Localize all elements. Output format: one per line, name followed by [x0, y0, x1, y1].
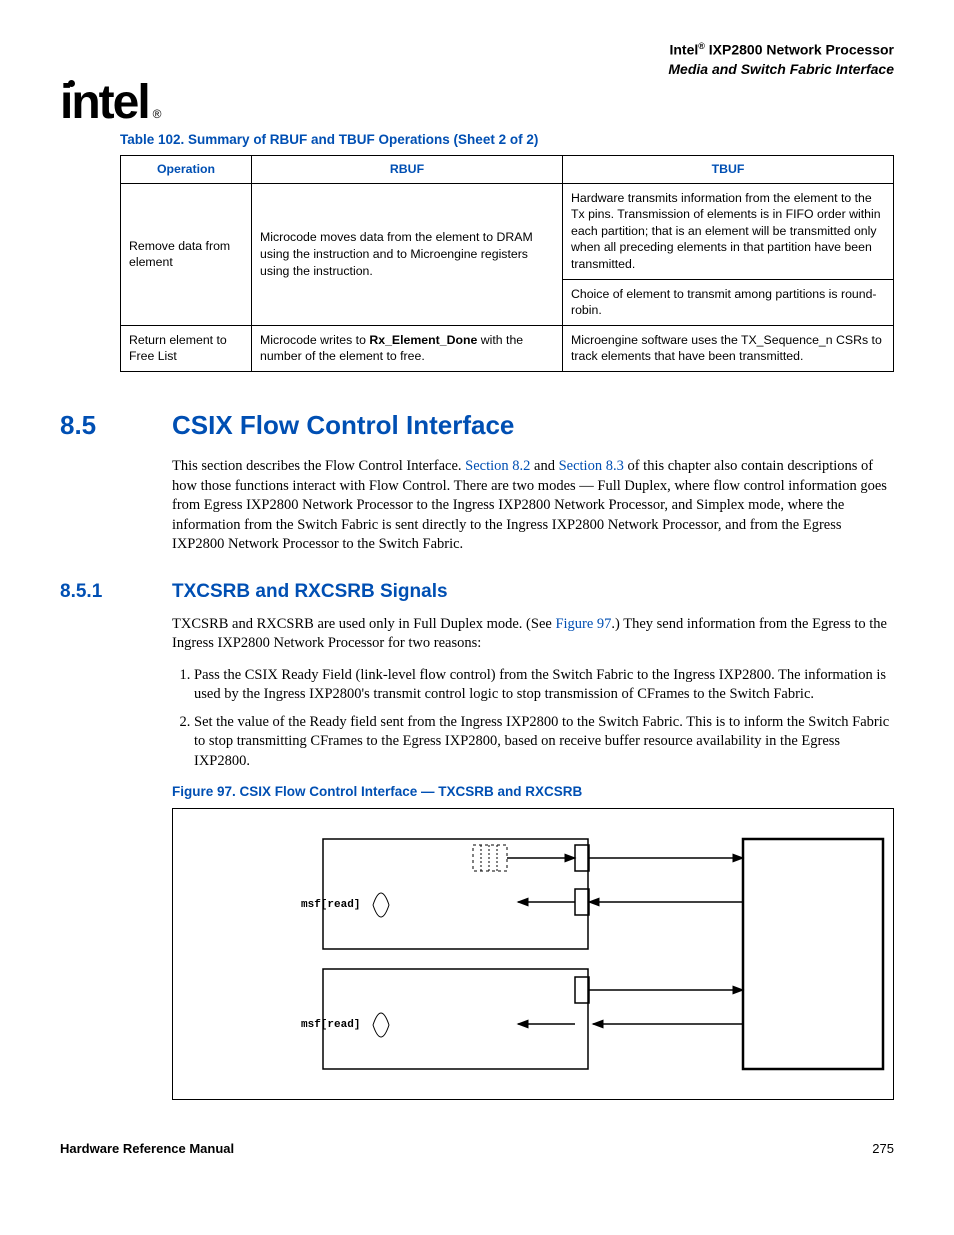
link-section-8-2[interactable]: Section 8.2: [465, 458, 530, 474]
col-rbuf: RBUF: [252, 156, 563, 184]
page-footer: Hardware Reference Manual 275: [60, 1140, 894, 1158]
col-operation: Operation: [121, 156, 252, 184]
header-brand: Intel: [669, 42, 698, 58]
link-section-8-3[interactable]: Section 8.3: [559, 458, 624, 474]
header-product: IXP2800 Network Processor: [705, 42, 894, 58]
cell-op: Return element to Free List: [121, 325, 252, 371]
figure-97: msf[read] msf[read]: [172, 808, 894, 1100]
cell-op: Remove data from element: [121, 183, 252, 325]
list-item: Set the value of the Ready field sent fr…: [194, 713, 894, 772]
cell-tbuf: Hardware transmits information from the …: [563, 183, 894, 325]
cell-rbuf: Microcode moves data from the element to…: [252, 183, 563, 325]
table-row: Return element to Free List Microcode wr…: [121, 325, 894, 371]
col-tbuf: TBUF: [563, 156, 894, 184]
figure-caption: Figure 97. CSIX Flow Control Interface —…: [172, 783, 894, 801]
page-number: 275: [872, 1140, 894, 1158]
header-subtitle: Media and Switch Fabric Interface: [60, 60, 894, 79]
header-reg: ®: [698, 41, 705, 51]
operations-table: Operation RBUF TBUF Remove data from ele…: [120, 155, 894, 372]
list-item: Pass the CSIX Ready Field (link-level fl…: [194, 666, 894, 705]
reasons-list: Pass the CSIX Ready Field (link-level fl…: [172, 666, 894, 772]
diagram-svg: [173, 809, 893, 1099]
fig-label-msf1: msf[read]: [301, 898, 360, 913]
heading-8-5-1: 8.5.1TXCSRB and RXCSRB Signals: [60, 579, 894, 605]
table-caption: Table 102. Summary of RBUF and TBUF Oper…: [120, 131, 894, 149]
section-body: This section describes the Flow Control …: [172, 457, 894, 555]
fig-label-msf2: msf[read]: [301, 1018, 360, 1033]
table-header-row: Operation RBUF TBUF: [121, 156, 894, 184]
intel-logo: intel®: [60, 84, 160, 122]
page-header: Intel® IXP2800 Network Processor Media a…: [60, 40, 894, 78]
link-figure-97[interactable]: Figure 97: [555, 616, 611, 632]
subsection-body: TXCSRB and RXCSRB are used only in Full …: [172, 615, 894, 772]
footer-title: Hardware Reference Manual: [60, 1140, 234, 1158]
cell-rbuf: Microcode writes to Rx_Element_Done with…: [252, 325, 563, 371]
cell-tbuf: Microengine software uses the TX_Sequenc…: [563, 325, 894, 371]
table-row: Remove data from element Microcode moves…: [121, 183, 894, 325]
heading-8-5: 8.5CSIX Flow Control Interface: [60, 408, 894, 443]
